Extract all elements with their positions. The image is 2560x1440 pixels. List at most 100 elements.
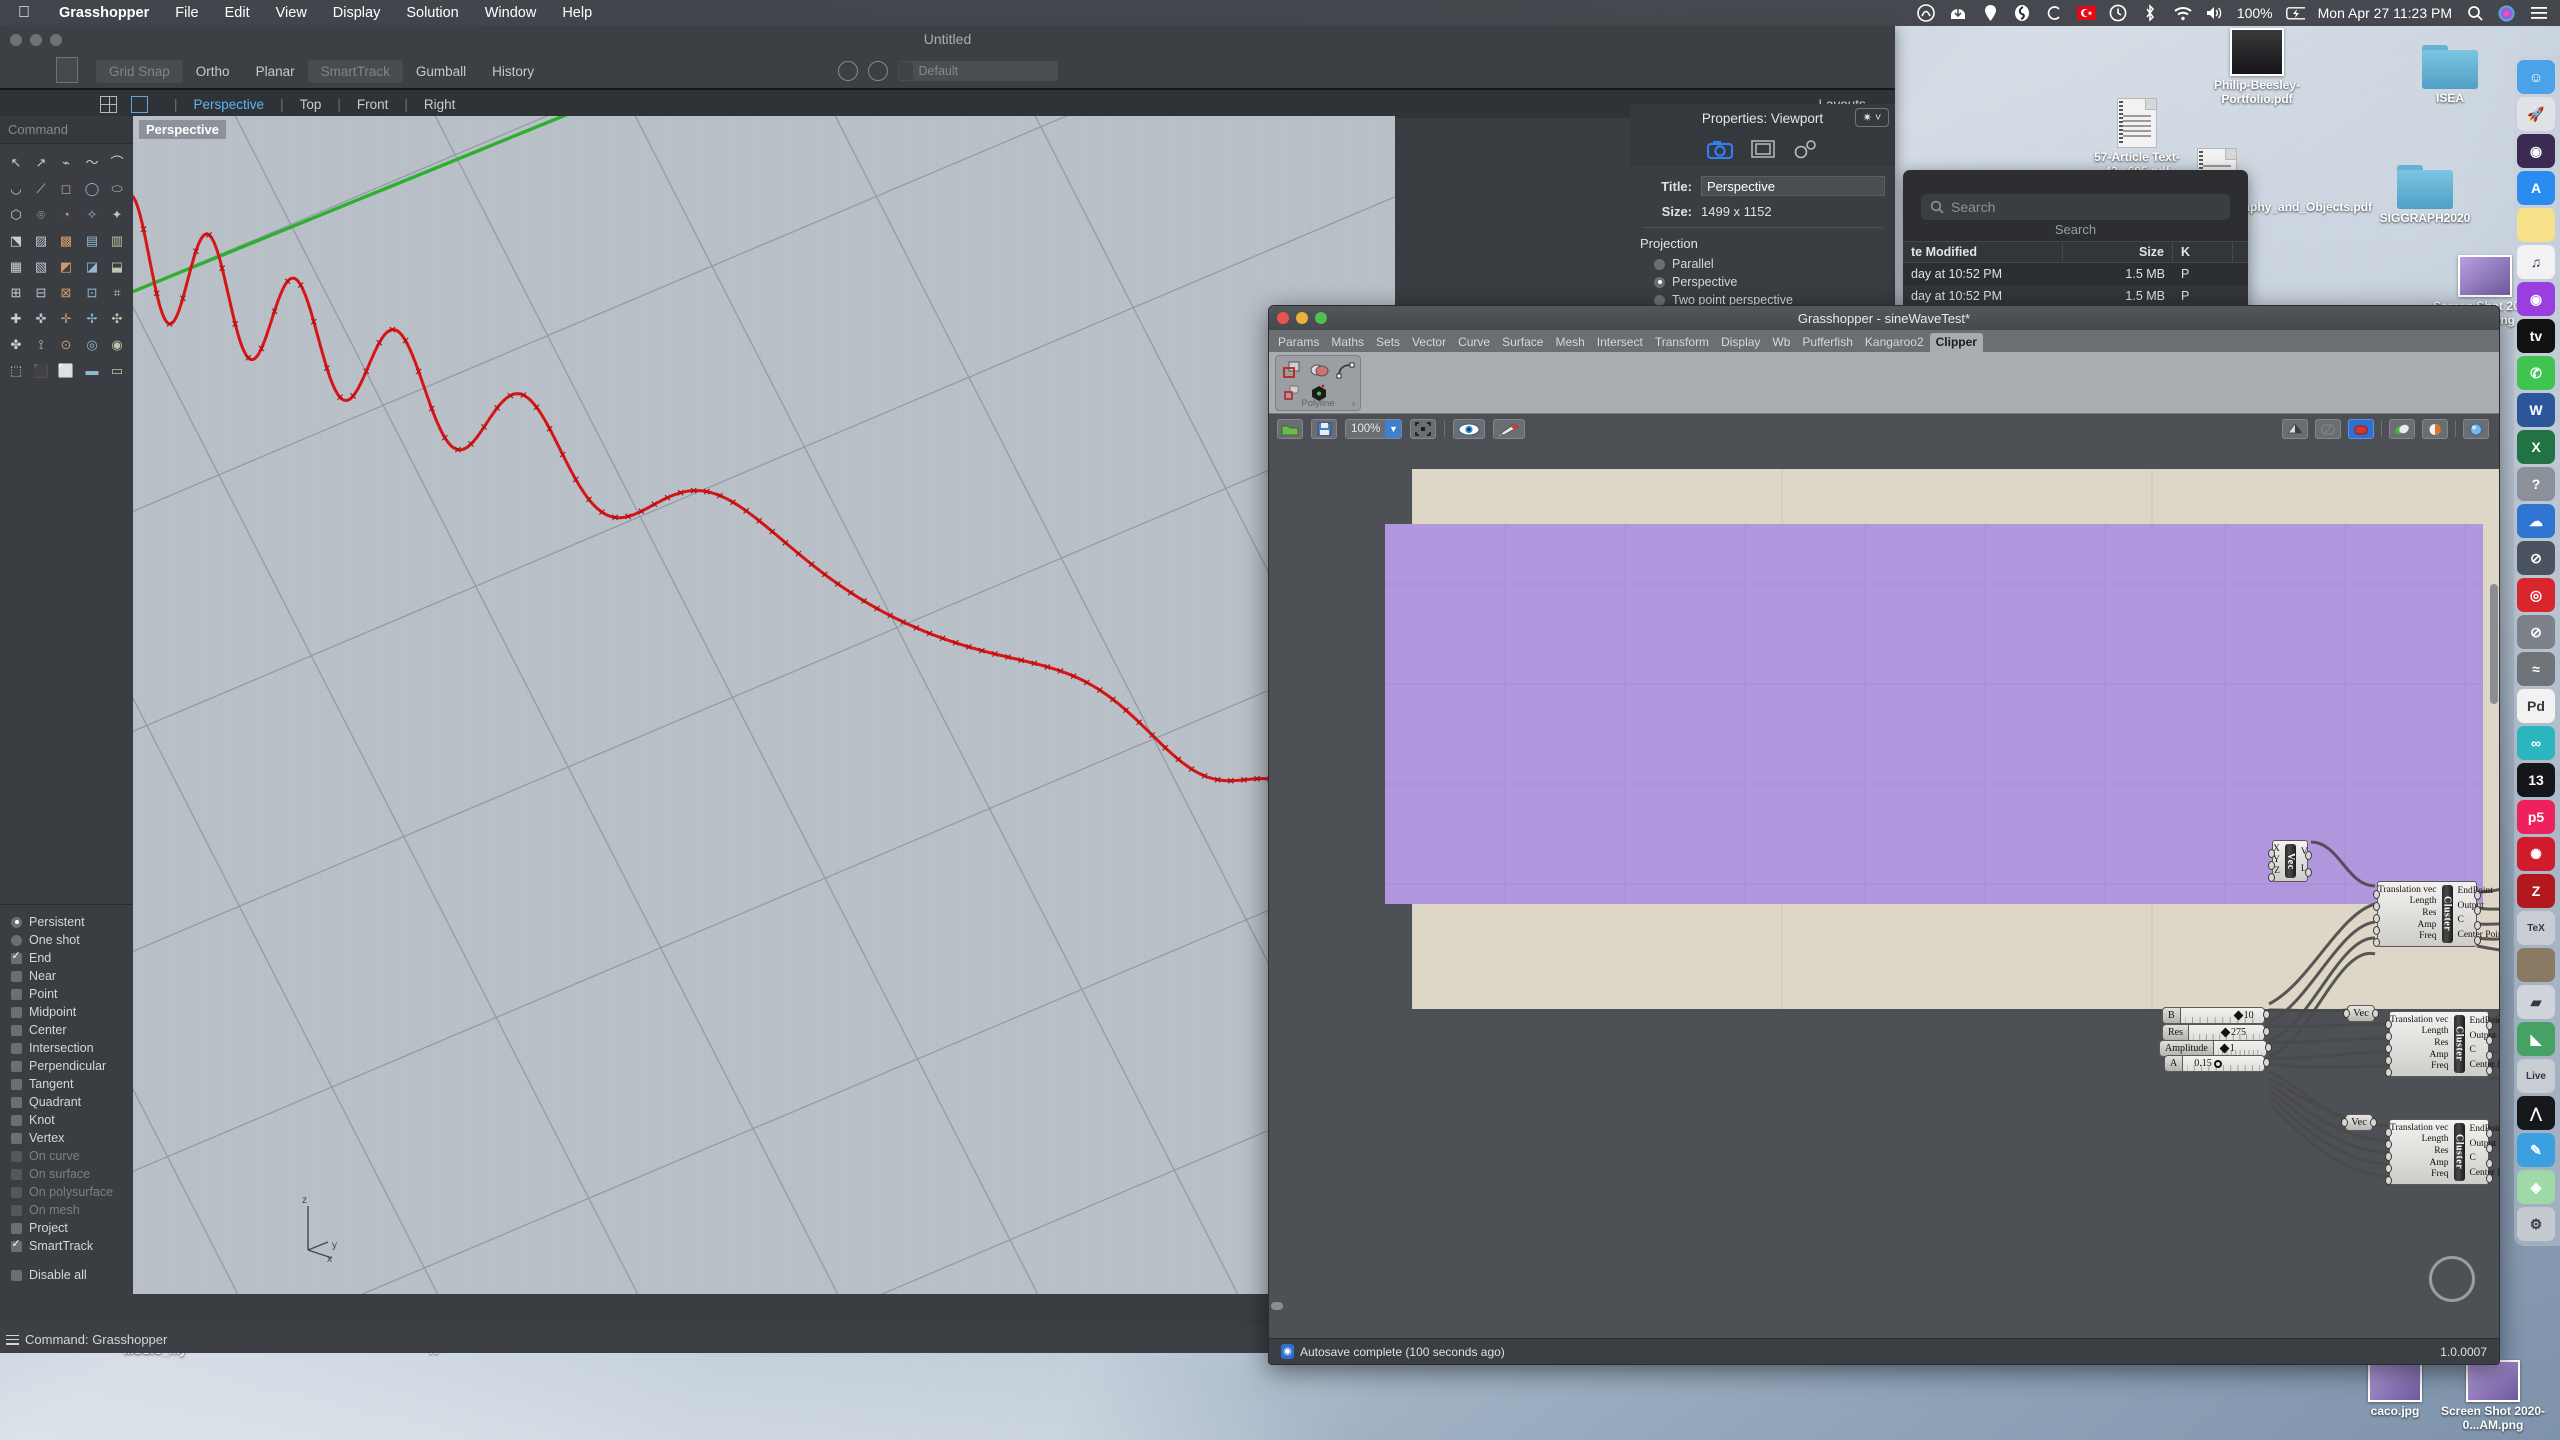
tool-icon-38[interactable]: ◎ — [80, 332, 104, 356]
tab-display[interactable]: Display — [1715, 333, 1766, 352]
input-port-dot[interactable] — [2385, 1127, 2392, 1137]
tab-clipper[interactable]: Clipper — [1929, 333, 1983, 352]
input-port-label[interactable]: Length — [2422, 1134, 2449, 1145]
properties-panel[interactable]: Properties: Viewport ✷ ˅ Title: Perspect… — [1630, 104, 1895, 338]
rhino-left-panel[interactable]: Command ↖ ↗ ⌁ 〜 ⌒ ◡ ⟋ ◻ ◯ ⬭ ⬡ ⌾ ◔ ✧ ✦ ⬔ ▨ ▩ ▤ ▥ ▦ ▧ ◩ ◪ ⬓ ⊞ ⊟ ⊠ ⊡ ⌗ ✚ ✜… — [0, 116, 133, 1294]
wifi-icon[interactable] — [2173, 4, 2192, 23]
menubar-status-area[interactable]: 100% Mon Apr 27 11:23 PM — [1917, 4, 2560, 23]
tool-icon-7[interactable]: ◻ — [54, 176, 78, 200]
input-port-dot[interactable] — [2373, 901, 2380, 911]
input-port-dot[interactable] — [2385, 1151, 2392, 1161]
tool-icon-25[interactable]: ⊞ — [4, 280, 28, 304]
apple-menu-icon[interactable]:  — [0, 4, 46, 22]
menu-solution[interactable]: Solution — [393, 5, 471, 21]
menu-edit[interactable]: Edit — [212, 5, 263, 21]
rhino-layer-controls[interactable]: Default — [837, 61, 1058, 81]
rhino-viewport[interactable]: Perspective z y x — [133, 116, 1395, 1294]
preview-eye-icon[interactable] — [1453, 419, 1486, 439]
gh-slider-res[interactable]: Res 275 — [2162, 1024, 2270, 1041]
zoom-level-selector[interactable]: 100% ▼ — [1345, 419, 1403, 439]
input-port-dot[interactable] — [2373, 889, 2380, 899]
viewport-title-input[interactable]: Perspective — [1701, 176, 1885, 196]
input-port-label[interactable]: Res — [2422, 908, 2436, 919]
macos-menubar[interactable]:  Grasshopper File Edit View Display Sol… — [0, 0, 2560, 26]
gh-slider-b[interactable]: B 10 — [2162, 1007, 2270, 1024]
osnap-item-project[interactable]: Project — [0, 1219, 133, 1237]
tool-icon-14[interactable]: ✦ — [105, 202, 129, 226]
command-input[interactable]: Command — [0, 116, 133, 144]
rhino3d-icon[interactable]: ◣ — [2517, 1022, 2555, 1056]
tab-surface[interactable]: Surface — [1496, 333, 1549, 352]
music-icon[interactable]: ♫ — [2517, 245, 2555, 279]
slider-track[interactable]: 10 — [2180, 1007, 2265, 1024]
canvas-vertical-scrollbar[interactable] — [2490, 584, 2498, 704]
ribbon-expand-icon[interactable]: + — [1351, 399, 1356, 409]
unknown-icon[interactable]: ? — [2517, 467, 2555, 501]
desktop-icon[interactable]: Philip-Beesley-Portfolio.pdf — [2202, 28, 2312, 107]
camera-icon[interactable] — [1706, 139, 1733, 159]
excel-icon[interactable]: X — [2517, 430, 2555, 464]
draw-icons-icon[interactable] — [2389, 419, 2415, 439]
evernote-icon[interactable] — [2013, 4, 2032, 23]
menu-view[interactable]: View — [263, 5, 320, 21]
slider-name[interactable]: A — [2164, 1055, 2184, 1072]
tool-icon-2[interactable]: ⌁ — [54, 150, 78, 174]
unity-icon[interactable]: ◈ — [2517, 1170, 2555, 1204]
slider-name[interactable]: Res — [2162, 1024, 2189, 1041]
input-port-label[interactable]: Res — [2434, 1146, 2448, 1157]
infinity-icon[interactable]: ∞ — [2517, 726, 2555, 760]
menu-window[interactable]: Window — [472, 5, 550, 21]
save-floppy-icon[interactable] — [1311, 419, 1337, 439]
p5-icon[interactable]: p5 — [2517, 800, 2555, 834]
menu-icon[interactable] — [6, 1334, 19, 1345]
rhino-toggle-smarttrack[interactable]: SmartTrack — [307, 59, 403, 83]
sphere-icon[interactable] — [2463, 419, 2489, 439]
tool-icon-21[interactable]: ▧ — [29, 254, 53, 278]
rhino-toggle-grid-snap[interactable]: Grid Snap — [96, 59, 183, 83]
output-port-dot[interactable] — [2474, 920, 2481, 930]
tex-icon[interactable]: TeX — [2517, 911, 2555, 945]
battery-icon[interactable] — [2285, 4, 2305, 23]
output-port-dot[interactable] — [2305, 850, 2312, 860]
osnap-mode-persistent[interactable]: Persistent — [0, 913, 133, 931]
rhino-tool-palette[interactable]: ↖ ↗ ⌁ 〜 ⌒ ◡ ⟋ ◻ ◯ ⬭ ⬡ ⌾ ◔ ✧ ✦ ⬔ ▨ ▩ ▤ ▥ ▦ ▧ ◩ ◪ ⬓ ⊞ ⊟ ⊠ ⊡ ⌗ ✚ ✜ ✛ ✢ ✣ ✤ ⟟ ⊙ ◎ ◉… — [0, 144, 133, 388]
sidebar-toggle-icon[interactable] — [56, 57, 78, 83]
tab-vector[interactable]: Vector — [1406, 333, 1452, 352]
timemachine-icon[interactable] — [2109, 4, 2128, 23]
open-folder-icon[interactable] — [1277, 419, 1303, 439]
desktop-icon[interactable]: ISEA — [2395, 45, 2505, 106]
dropbox-icon[interactable] — [1949, 4, 1968, 23]
tab-front[interactable]: Front — [353, 97, 393, 112]
rhino-toggle-group[interactable]: Grid Snap Ortho Planar SmartTrack Gumball His… — [96, 59, 547, 83]
tool-icon-26[interactable]: ⊟ — [29, 280, 53, 304]
tool-icon-31[interactable]: ✜ — [29, 306, 53, 330]
tool-icon-24[interactable]: ⬓ — [105, 254, 129, 278]
input-port-label[interactable]: Amp — [2418, 920, 2437, 931]
photo-icon[interactable] — [2517, 948, 2555, 982]
slider-track[interactable]: 275 — [2189, 1024, 2265, 1041]
slider-name[interactable]: B — [2162, 1007, 2181, 1024]
properties-tabs[interactable] — [1630, 132, 1895, 166]
output-port-dot[interactable] — [2265, 1043, 2272, 1052]
tab-right[interactable]: Right — [420, 97, 460, 112]
output-port-label[interactable]: Center Points — [2470, 1060, 2500, 1071]
input-port-label[interactable]: Amp — [2430, 1050, 2449, 1061]
input-port-label[interactable]: Translation vec — [2390, 1015, 2449, 1026]
output-port-dot[interactable] — [2372, 1009, 2379, 1018]
input-port-dot[interactable] — [2268, 860, 2275, 870]
input-port-dot[interactable] — [2385, 1176, 2392, 1186]
output-port-dot[interactable] — [2486, 1050, 2493, 1060]
output-port-dot[interactable] — [2263, 1058, 2270, 1067]
output-port-dot[interactable] — [2474, 890, 2481, 900]
location-icon[interactable] — [1981, 4, 2000, 23]
tool-icon-3[interactable]: 〜 — [80, 150, 104, 174]
slider-grip[interactable] — [2213, 1059, 2222, 1068]
desktop-icon[interactable]: Screen Shot 2020-0...AM.png — [2438, 1360, 2548, 1433]
tool-icon-18[interactable]: ▤ — [80, 228, 104, 252]
osnap-item-intersection[interactable]: Intersection — [0, 1039, 133, 1057]
output-port-label[interactable]: EndPoint — [2470, 1016, 2500, 1027]
linked-circles-icon[interactable] — [1793, 139, 1819, 159]
no-entry-icon[interactable]: ⊘ — [2517, 541, 2555, 575]
osnap-item-quadrant[interactable]: Quadrant — [0, 1093, 133, 1111]
rhino-toolbar[interactable]: Grid Snap Ortho Planar SmartTrack Gumball His… — [0, 54, 1895, 88]
